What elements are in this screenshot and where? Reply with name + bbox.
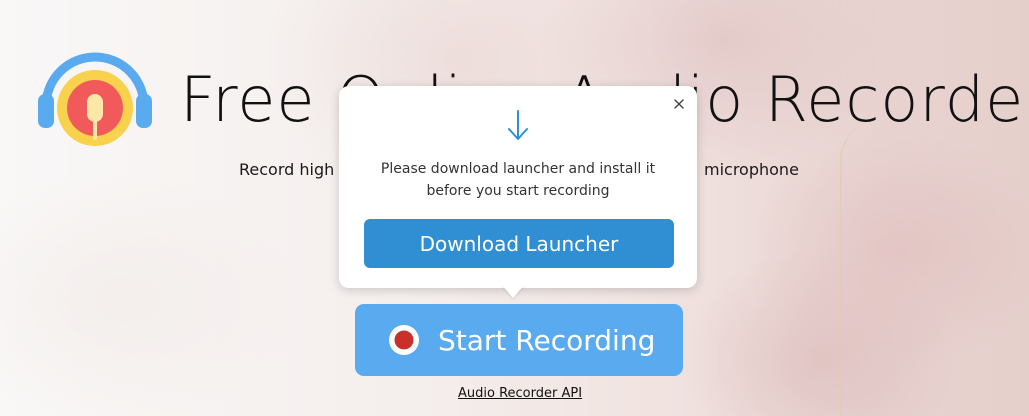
background-earphone-wire [840,120,902,416]
start-recording-button[interactable]: Start Recording [355,304,683,376]
popup-message-line2: before you start recording [426,183,610,199]
download-launcher-popup: Please download launcher and install it … [339,86,697,288]
download-launcher-button[interactable]: Download Launcher [364,219,674,268]
popup-pointer [501,284,525,298]
page: Free Online Audio Recorder Record high m… [0,0,1029,416]
subtitle-right: microphone [704,160,799,179]
audio-recorder-logo [38,52,152,146]
popup-message-line1: Please download launcher and install it [380,161,656,177]
arrow-down-icon [508,110,528,140]
audio-recorder-api-link[interactable]: Audio Recorder API [458,386,582,401]
subtitle-left: Record high [239,160,335,179]
start-recording-label: Start Recording [438,323,656,357]
record-icon [389,325,419,355]
close-icon[interactable] [671,96,687,112]
popup-message: Please download launcher and install it … [359,158,677,202]
download-launcher-label: Download Launcher [419,231,619,256]
